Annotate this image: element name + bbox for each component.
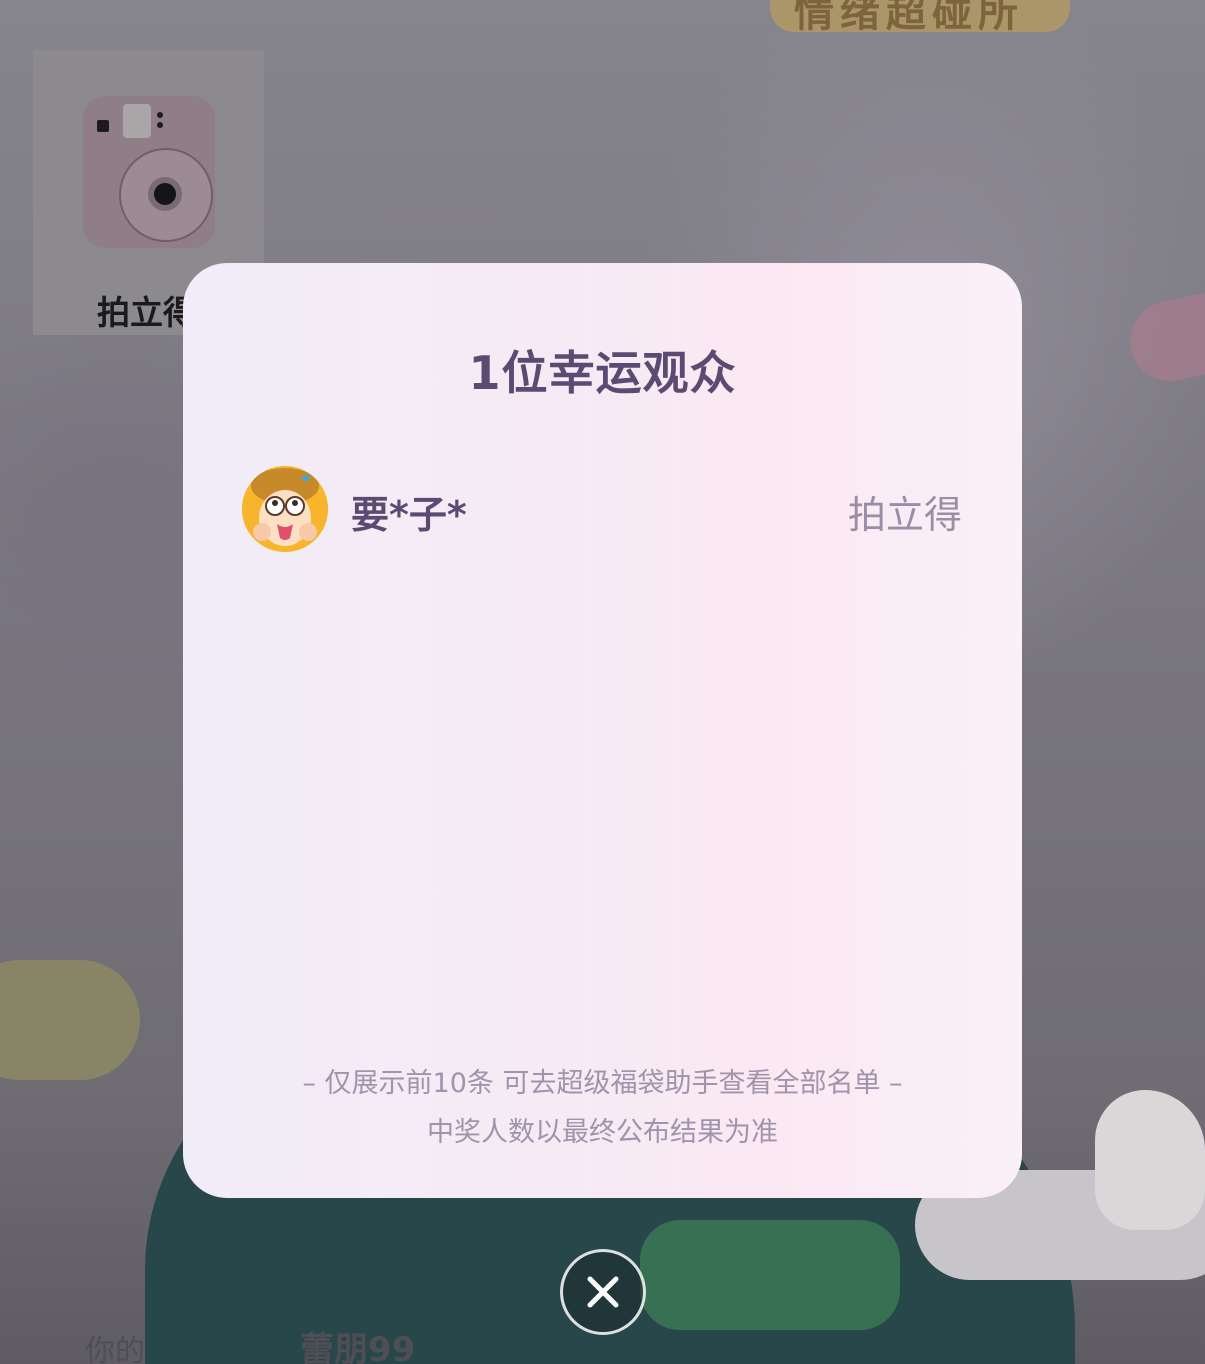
dialog-footer-note: – 仅展示前10条 可去超级福袋助手查看全部名单 – 中奖人数以最终公布结果为准: [183, 1059, 1022, 1157]
close-button[interactable]: [560, 1249, 646, 1335]
footer-note-line1: – 仅展示前10条 可去超级福袋助手查看全部名单 –: [302, 1068, 903, 1099]
winner-list-item: 要*子* 拍立得: [242, 466, 962, 552]
stream-banner-text: 情绪超碰所: [794, 0, 1024, 36]
cartoon-avatar-icon: [242, 466, 328, 552]
instant-camera-icon: [83, 96, 215, 248]
winner-prize: 拍立得: [847, 493, 962, 537]
background-caption-left: 你的: [85, 1334, 145, 1364]
lucky-winners-dialog: 1位幸运观众 要*子* 拍立得 – 仅展示前10条 可去超级福袋助手查看全部名单…: [183, 263, 1022, 1198]
footer-note-line2: 中奖人数以最终公布结果为准: [427, 1117, 778, 1148]
stream-banner: 情绪超碰所: [770, 0, 1070, 36]
background-ribbon: [1122, 291, 1205, 389]
dialog-title: 1位幸运观众: [468, 346, 737, 400]
background-plush-accent: [640, 1220, 900, 1330]
prize-card-label: 拍立得: [97, 293, 196, 332]
background-toy: [0, 960, 140, 1080]
background-bunny-figure: [1095, 1090, 1205, 1230]
background-caption: 蕾朋99: [300, 1330, 416, 1364]
winner-name: 要*子*: [351, 493, 467, 537]
close-icon: [587, 1276, 619, 1308]
